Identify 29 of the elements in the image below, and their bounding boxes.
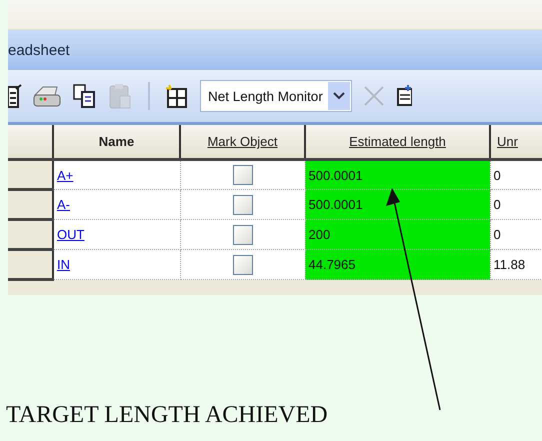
name-link[interactable]: IN [57,257,70,272]
window-title: eadsheet [8,42,70,58]
table-cell: 44.7965 [305,250,490,280]
name-link[interactable]: A+ [57,168,74,182]
table-cell: 0 [490,160,542,190]
checkbox[interactable] [232,224,252,244]
net-length-dropdown[interactable]: Net Length Monitor [200,80,352,112]
name-link[interactable]: OUT [57,227,84,242]
copy-icon[interactable] [72,83,98,109]
annotation-text: TARGET LENGTH ACHIEVED [6,402,328,429]
document-icon[interactable] [8,83,22,109]
table-cell: 0 [490,220,542,250]
table-cell: 500.0001 [305,160,490,190]
checkbox[interactable] [232,194,252,214]
table-cell: 500.0001 [305,190,490,220]
checkbox[interactable] [232,165,252,185]
grid-icon[interactable] [164,83,190,109]
name-link[interactable]: A- [57,197,70,212]
row-header[interactable] [8,250,53,280]
row-header[interactable] [8,190,53,220]
table-cell: 200 [305,220,490,250]
row-header[interactable] [8,160,53,190]
table-cell: 11.88 [490,250,542,280]
column-header[interactable]: Name [98,134,134,149]
table-cell: 0 [490,190,542,220]
checkbox[interactable] [232,254,252,274]
row-header[interactable] [8,220,53,250]
document-icon[interactable] [396,83,412,109]
chevron-down-icon[interactable] [328,82,350,110]
